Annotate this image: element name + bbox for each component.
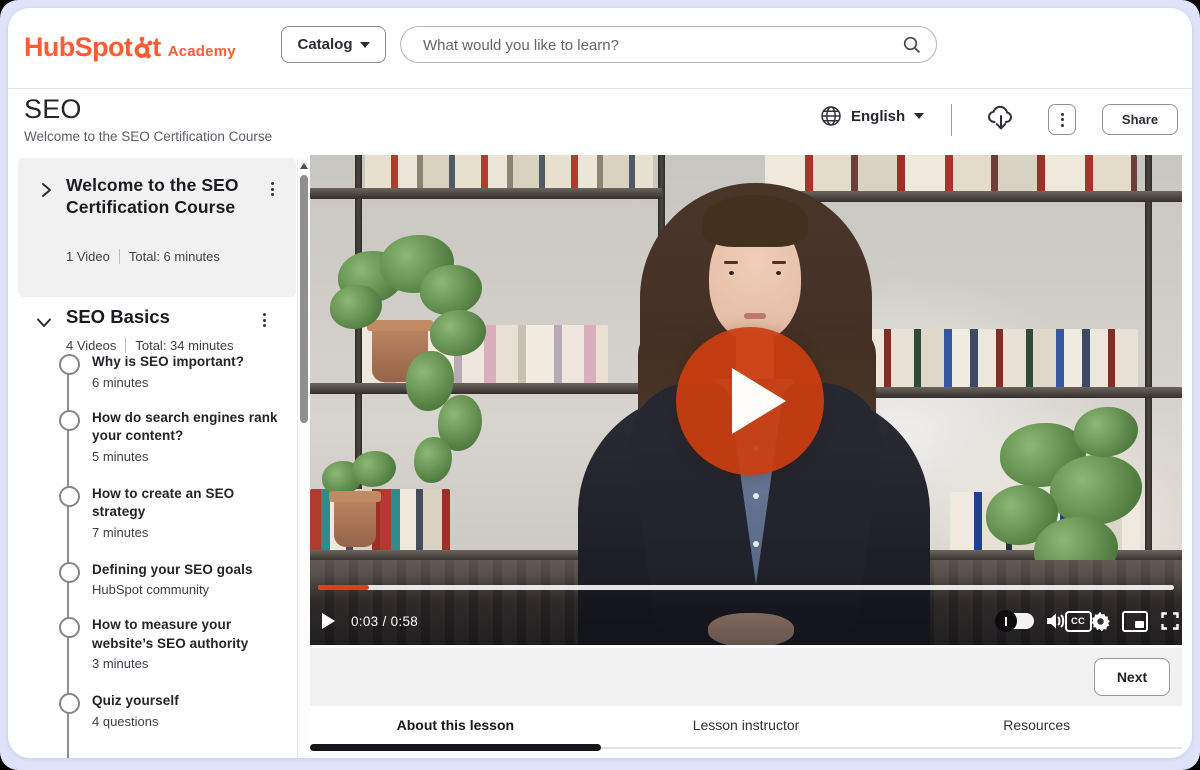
section-meta: 4 Videos Total: 34 minutes	[66, 338, 234, 353]
lesson-meta: 6 minutes	[92, 375, 244, 390]
lesson-title: How to measure your website’s SEO author…	[92, 616, 272, 653]
academy-label: Academy	[168, 43, 236, 60]
active-tab-indicator	[310, 744, 601, 751]
meta-divider	[119, 249, 120, 264]
chevron-down-icon[interactable]	[36, 316, 52, 329]
lesson-title: How do search engines rank your content?	[92, 409, 282, 446]
search-icon[interactable]	[902, 35, 922, 55]
download-button[interactable]	[984, 102, 1018, 136]
play-button-overlay[interactable]	[676, 327, 824, 475]
lesson-meta: 5 minutes	[92, 449, 282, 464]
bookshelf-shelf	[310, 383, 662, 394]
books-row	[765, 155, 1137, 192]
lesson-progress-dot	[59, 410, 80, 431]
language-selector[interactable]: English	[820, 105, 924, 127]
tab-resources[interactable]: Resources	[891, 706, 1182, 758]
scrollbar-thumb[interactable]	[300, 175, 308, 423]
search-bar[interactable]	[400, 26, 937, 63]
scroll-up-icon[interactable]	[300, 163, 308, 169]
play-icon	[732, 368, 786, 434]
globe-icon	[820, 105, 842, 127]
hubspot-wordmark: HubSpot	[24, 32, 132, 63]
section-meta-total: Total: 6 minutes	[129, 249, 220, 264]
next-button[interactable]: Next	[1094, 658, 1170, 696]
lesson-item-why-is-seo-important[interactable]: Why is SEO important? 6 minutes	[18, 353, 298, 390]
section-kebab-icon[interactable]	[263, 313, 266, 327]
cc-icon: CC	[1065, 611, 1092, 632]
top-header: HubSpot t Academy Catalog	[8, 8, 1192, 89]
section-meta-count: 1 Video	[66, 249, 110, 264]
cloud-download-icon	[984, 102, 1018, 136]
catalog-button[interactable]: Catalog	[281, 26, 386, 63]
section-meta: 1 Video Total: 6 minutes	[66, 249, 220, 264]
bookshelf-upright	[1145, 155, 1152, 575]
bookshelf-shelf	[310, 188, 662, 199]
lesson-progress-dot	[59, 693, 80, 714]
hubspot-academy-logo[interactable]: HubSpot t Academy	[24, 32, 236, 63]
lesson-progress-dot	[59, 617, 80, 638]
more-options-button[interactable]	[1048, 104, 1076, 135]
chevron-right-icon[interactable]	[40, 182, 53, 198]
section-kebab-icon[interactable]	[271, 182, 274, 196]
books-row	[365, 155, 653, 189]
lesson-meta: 3 minutes	[92, 656, 272, 671]
lesson-item-defining-seo-goals[interactable]: Defining your SEO goals HubSpot communit…	[18, 561, 298, 598]
lesson-item-measure-seo-authority[interactable]: How to measure your website’s SEO author…	[18, 616, 298, 671]
progress-bar[interactable]	[318, 585, 1174, 590]
lesson-title: How to create an SEO strategy	[92, 485, 252, 522]
section-meta-count: 4 Videos	[66, 338, 116, 353]
language-label: English	[851, 108, 905, 125]
kebab-icon	[1061, 113, 1064, 127]
video-player[interactable]: 0:03 / 0:58 CC	[310, 155, 1182, 645]
progress-played	[318, 585, 369, 590]
share-button[interactable]: Share	[1102, 104, 1178, 135]
lesson-item-quiz-yourself[interactable]: Quiz yourself 4 questions	[18, 692, 298, 729]
lesson-item-how-search-engines-rank[interactable]: How do search engines rank your content?…	[18, 409, 298, 464]
fullscreen-icon	[1161, 612, 1179, 630]
meta-divider	[125, 338, 126, 353]
app-window: HubSpot t Academy Catalog	[0, 0, 1200, 770]
books-row	[840, 329, 1138, 388]
section-title: Welcome to the SEO Certification Course	[66, 175, 244, 218]
pip-icon	[1122, 611, 1148, 632]
lesson-title: Why is SEO important?	[92, 353, 244, 372]
lesson-progress-dot	[59, 354, 80, 375]
lesson-progress-dot	[59, 486, 80, 507]
video-control-bar: 0:03 / 0:58 CC	[310, 575, 1182, 645]
share-label: Share	[1122, 112, 1158, 127]
lesson-meta: HubSpot community	[92, 582, 253, 597]
autoplay-toggle[interactable]	[997, 613, 1034, 629]
lesson-meta: 7 minutes	[92, 525, 252, 540]
search-input[interactable]	[421, 28, 892, 63]
lesson-item-create-seo-strategy[interactable]: How to create an SEO strategy 7 minutes	[18, 485, 298, 540]
lesson-meta: 4 questions	[92, 714, 179, 729]
next-label: Next	[1117, 669, 1147, 685]
lesson-nav-bar: Next	[310, 648, 1182, 706]
sidebar-scrollbar[interactable]	[297, 158, 310, 758]
play-control-icon[interactable]	[322, 613, 335, 629]
pause-icon	[995, 610, 1017, 632]
caret-down-icon	[914, 113, 924, 119]
sidebar-section-welcome[interactable]: Welcome to the SEO Certification Course …	[18, 158, 296, 297]
bookshelf-shelf	[758, 191, 1182, 202]
tab-lesson-instructor[interactable]: Lesson instructor	[601, 706, 892, 758]
gear-icon	[1091, 612, 1110, 631]
section-title: SEO Basics	[66, 306, 170, 328]
lesson-progress-dot	[59, 562, 80, 583]
pip-button[interactable]	[1122, 611, 1148, 632]
header-divider	[951, 104, 952, 136]
academy-card: HubSpot t Academy Catalog	[8, 8, 1192, 758]
hubspot-wordmark-t: t	[152, 32, 160, 63]
lesson-title: Defining your SEO goals	[92, 561, 253, 580]
page-title: SEO	[24, 94, 82, 125]
catalog-label: Catalog	[297, 36, 352, 53]
time-display: 0:03 / 0:58	[351, 614, 418, 629]
caret-down-icon	[360, 42, 370, 48]
section-meta-total: Total: 34 minutes	[135, 338, 233, 353]
lesson-list: Why is SEO important? 6 minutes How do s…	[18, 353, 298, 758]
page-subtitle: Welcome to the SEO Certification Course	[24, 129, 272, 144]
lesson-title: Quiz yourself	[92, 692, 179, 711]
hubspot-sprocket-icon	[132, 35, 152, 59]
